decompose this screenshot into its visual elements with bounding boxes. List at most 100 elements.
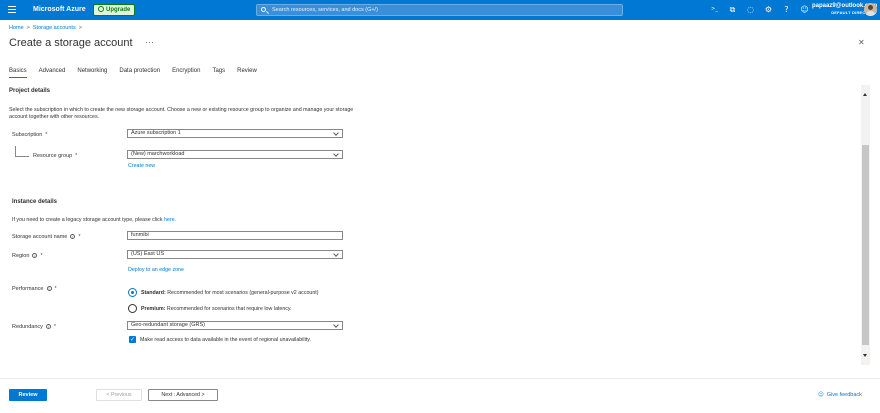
tab-data-protection[interactable]: Data protection: [119, 68, 160, 78]
resource-group-label: Resource group *: [33, 153, 77, 159]
subscription-dropdown[interactable]: Azure subscription 1: [127, 129, 343, 138]
review-button[interactable]: Review: [9, 389, 47, 401]
breadcrumb-separator: >: [78, 25, 82, 31]
subscription-value: Azure subscription 1: [131, 130, 181, 136]
tab-basics[interactable]: Basics: [9, 68, 27, 78]
breadcrumb-storage-accounts[interactable]: Storage accounts: [33, 25, 76, 31]
info-icon[interactable]: i: [32, 253, 38, 258]
search-placeholder: Search resources, services, and docs (G+…: [272, 7, 378, 13]
give-feedback-link[interactable]: ☺ Give feedback: [818, 392, 862, 398]
redundancy-dropdown[interactable]: Geo-redundant storage (GRS): [127, 321, 343, 330]
top-bar: Microsoft Azure Upgrade Search resources…: [0, 0, 880, 20]
chevron-down-icon: [333, 251, 339, 257]
previous-button[interactable]: < Previous: [96, 389, 142, 401]
scrollbar-thumb[interactable]: [862, 145, 869, 345]
info-icon[interactable]: i: [46, 286, 52, 291]
brand-title[interactable]: Microsoft Azure: [33, 6, 86, 13]
required-mark: *: [40, 253, 43, 259]
storage-account-name-input[interactable]: funmibi: [127, 231, 343, 240]
scrollbar[interactable]: [861, 85, 870, 365]
premium-desc: Recommended for scenarios that require l…: [165, 306, 292, 312]
search-icon: [261, 7, 266, 12]
tab-tags[interactable]: Tags: [212, 68, 225, 78]
breadcrumb-separator: >: [26, 25, 30, 31]
subscription-label: Subscription *: [12, 132, 47, 138]
top-icons: >_ ⧉ ◌ ⚙ ? ☺: [710, 5, 818, 14]
performance-premium-radio[interactable]: [128, 304, 137, 313]
feedback-icon[interactable]: ☺: [800, 5, 809, 14]
performance-label-text: Performance: [12, 286, 44, 292]
scroll-up-icon[interactable]: [863, 93, 867, 96]
performance-standard-radio[interactable]: [128, 288, 137, 297]
standard-desc: Recommended for most scenarios (general-…: [165, 290, 319, 296]
resource-group-dropdown[interactable]: (New) marchworkload: [127, 150, 343, 159]
footer-divider: [0, 378, 880, 379]
scroll-down-icon[interactable]: [863, 354, 867, 357]
tab-encryption[interactable]: Encryption: [172, 68, 200, 78]
info-icon[interactable]: i: [45, 324, 51, 329]
subscription-label-text: Subscription: [12, 132, 43, 138]
breadcrumb-home[interactable]: Home: [9, 25, 24, 31]
create-new-link[interactable]: Create new: [128, 163, 155, 169]
upgrade-label: Upgrade: [106, 7, 131, 13]
storage-account-name-value: funmibi: [131, 232, 149, 238]
avatar[interactable]: [864, 3, 877, 16]
deploy-edge-zone-link[interactable]: Deploy to an edge zone: [128, 267, 184, 273]
page-title: Create a storage account: [9, 37, 133, 49]
global-search-input[interactable]: Search resources, services, and docs (G+…: [256, 4, 623, 16]
required-mark: *: [78, 234, 81, 240]
resource-group-label-text: Resource group: [33, 153, 73, 159]
form-content: Project details Select the subscription …: [0, 83, 860, 365]
required-mark: *: [54, 286, 57, 292]
required-mark: *: [75, 153, 78, 159]
project-details-heading: Project details: [9, 88, 51, 94]
redundancy-label-text: Redundancy: [12, 324, 43, 330]
upgrade-icon: [98, 6, 104, 12]
performance-standard-label[interactable]: Standard: Recommended for most scenarios…: [141, 290, 319, 296]
region-dropdown[interactable]: (US) East US: [127, 250, 343, 259]
region-label-text: Region: [12, 253, 30, 259]
read-access-checkbox[interactable]: ✓: [129, 336, 136, 343]
give-feedback-label: Give feedback: [826, 392, 862, 398]
notifications-icon[interactable]: ◌: [746, 5, 755, 14]
read-access-label[interactable]: Make read access to data available in th…: [140, 337, 311, 343]
info-icon[interactable]: i: [70, 234, 76, 239]
close-icon[interactable]: ✕: [858, 38, 865, 47]
help-icon[interactable]: ?: [782, 5, 791, 14]
performance-label: Performance i *: [12, 286, 57, 292]
wizard-tabs: Basics Advanced Networking Data protecti…: [9, 68, 269, 78]
tree-connector: [15, 146, 29, 157]
chevron-down-icon: [333, 322, 339, 328]
feedback-person-icon: ☺: [818, 392, 824, 398]
legacy-text-body: If you need to create a legacy storage a…: [12, 217, 164, 223]
premium-title: Premium:: [141, 306, 166, 312]
tab-advanced[interactable]: Advanced: [39, 68, 66, 78]
redundancy-label: Redundancy i *: [12, 324, 56, 330]
redundancy-value: Geo-redundant storage (GRS): [131, 322, 205, 328]
legacy-here-link[interactable]: here.: [164, 217, 176, 223]
tab-review[interactable]: Review: [237, 68, 257, 78]
region-label: Region i *: [12, 253, 43, 259]
legacy-text: If you need to create a legacy storage a…: [12, 217, 176, 224]
storage-account-name-label: Storage account name i *: [12, 234, 80, 240]
standard-title: Standard:: [141, 290, 166, 296]
breadcrumb: Home > Storage accounts >: [9, 25, 85, 31]
settings-icon[interactable]: ⚙: [764, 5, 773, 14]
more-options-icon[interactable]: ···: [145, 37, 154, 47]
performance-premium-label[interactable]: Premium: Recommended for scenarios that …: [141, 306, 292, 312]
instance-details-heading: Instance details: [12, 199, 58, 205]
menu-icon[interactable]: [8, 6, 16, 13]
required-mark: *: [45, 132, 48, 138]
chevron-down-icon: [333, 151, 339, 157]
project-description: Select the subscription in which to crea…: [9, 107, 354, 120]
tab-networking[interactable]: Networking: [77, 68, 107, 78]
chevron-down-icon: [333, 130, 339, 136]
directory-filter-icon[interactable]: ⧉: [728, 5, 737, 14]
storage-account-name-label-text: Storage account name: [12, 234, 68, 240]
cloud-shell-icon[interactable]: >_: [710, 5, 719, 14]
resource-group-value: (New) marchworkload: [131, 151, 185, 157]
next-button[interactable]: Next : Advanced >: [148, 389, 218, 401]
upgrade-button[interactable]: Upgrade: [93, 4, 136, 16]
region-value: (US) East US: [131, 251, 165, 257]
required-mark: *: [53, 324, 57, 330]
